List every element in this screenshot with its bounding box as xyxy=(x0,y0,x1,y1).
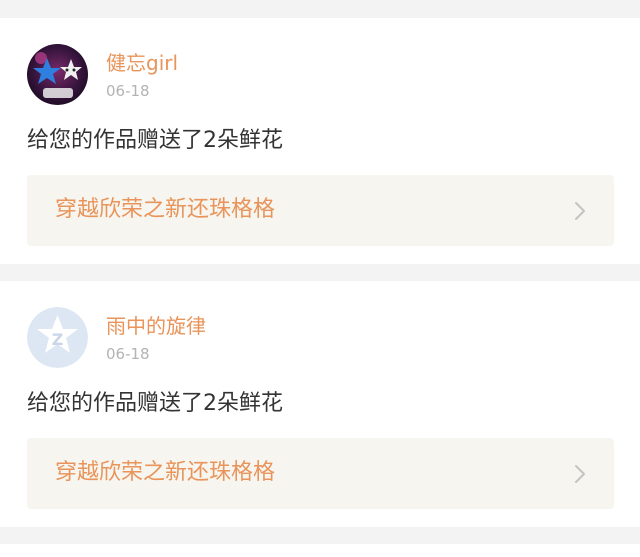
qq-default-avatar-icon: Z xyxy=(27,307,88,368)
next-card-edge xyxy=(0,544,640,557)
stars-photo-avatar-icon xyxy=(27,44,88,105)
notification-card: 健忘girl 06-18 给您的作品赠送了2朵鲜花 穿越欣荣之新还珠格格 xyxy=(0,18,640,264)
notification-date: 06-18 xyxy=(106,345,150,363)
svg-text:Z: Z xyxy=(52,330,64,349)
username[interactable]: 健忘girl xyxy=(106,50,178,76)
chevron-right-icon xyxy=(575,202,585,220)
work-title: 穿越欣荣之新还珠格格 xyxy=(55,460,276,485)
chevron-right-icon xyxy=(575,465,585,483)
notification-message: 给您的作品赠送了2朵鲜花 xyxy=(27,128,283,153)
notification-message: 给您的作品赠送了2朵鲜花 xyxy=(27,391,283,416)
work-title: 穿越欣荣之新还珠格格 xyxy=(55,197,276,222)
user-avatar[interactable]: Z xyxy=(27,307,88,368)
notification-card: Z 雨中的旋律 06-18 给您的作品赠送了2朵鲜花 穿越欣荣之新还珠格格 xyxy=(0,281,640,527)
username[interactable]: 雨中的旋律 xyxy=(106,313,206,339)
user-avatar[interactable] xyxy=(27,44,88,105)
notification-date: 06-18 xyxy=(106,82,150,100)
work-link[interactable]: 穿越欣荣之新还珠格格 xyxy=(27,438,614,509)
work-link[interactable]: 穿越欣荣之新还珠格格 xyxy=(27,175,614,246)
